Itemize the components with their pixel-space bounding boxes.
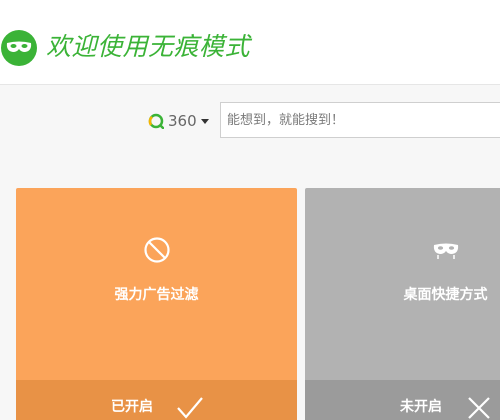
chevron-down-icon [200,119,209,124]
header: 欢迎使用无痕模式 [0,0,500,85]
page-title: 欢迎使用无痕模式 [46,32,251,61]
search-engine-label: 360 [168,112,197,130]
card-title: 桌面快捷方式 [403,287,488,303]
status-label: 未开启 [400,399,442,415]
card-status-bar[interactable]: 未开启 [305,380,500,420]
card-desktop-shortcut[interactable]: 桌面快捷方式 未开启 [305,188,500,420]
search-engine-selector[interactable]: 360 [148,110,209,132]
card-ad-filter[interactable]: 强力广告过滤 已开启 [16,188,297,420]
close-icon [468,397,490,419]
check-icon [177,397,203,419]
status-label: 已开启 [111,399,153,415]
search-input[interactable] [220,102,500,138]
mask-icon [1,30,37,66]
search-bar: 360 [0,102,500,140]
card-status-bar[interactable]: 已开启 [16,380,297,420]
card-title: 强力广告过滤 [114,287,199,303]
block-icon [143,237,170,263]
360-search-icon [148,113,164,129]
mask-icon [433,243,458,259]
